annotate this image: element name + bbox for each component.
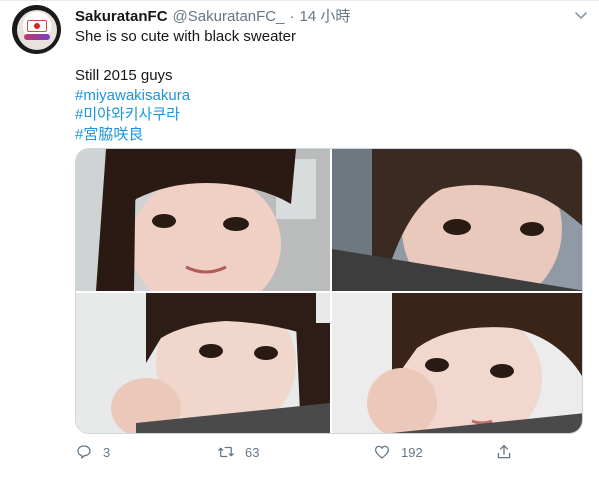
tweet-text-line: Still 2015 guys: [75, 67, 173, 84]
hashtag-link[interactable]: #miyawakisakura: [75, 86, 585, 106]
display-name[interactable]: SakuratanFC: [75, 8, 168, 25]
tweet-text: She is so cute with black sweater Still …: [75, 27, 585, 144]
separator-dot: ·: [289, 8, 295, 25]
logo-script: [23, 33, 50, 40]
tweet-card[interactable]: SakuratanFC @SakuratanFC_ · 14 小時 She is…: [0, 0, 599, 478]
share-icon: [497, 444, 511, 459]
reply-count: 3: [103, 444, 111, 460]
retweet-count: 63: [245, 444, 260, 460]
action-bar: 3 63 192: [75, 443, 525, 461]
reply-icon: [77, 445, 91, 459]
photo-3[interactable]: [76, 293, 330, 433]
photo-4[interactable]: [332, 293, 582, 433]
avatar[interactable]: [12, 5, 61, 54]
like-count: 192: [401, 444, 423, 460]
reply-button[interactable]: 3: [75, 443, 191, 461]
more-chevron-icon[interactable]: [573, 7, 589, 23]
timestamp[interactable]: 14 小時: [299, 5, 350, 26]
user-handle[interactable]: @SakuratanFC_: [173, 8, 285, 25]
hashtag-link[interactable]: #미야와키사쿠라: [75, 105, 585, 125]
photo-1[interactable]: [76, 149, 330, 291]
like-button[interactable]: 192: [373, 443, 495, 461]
share-button[interactable]: [495, 443, 525, 461]
retweet-icon: [218, 446, 234, 458]
hashtag-link[interactable]: #宮脇咲良: [75, 125, 585, 145]
media-grid: [75, 148, 583, 434]
like-icon: [374, 445, 390, 459]
retweet-button[interactable]: 63: [217, 443, 373, 461]
photo-2[interactable]: [332, 149, 582, 291]
tweet-header: SakuratanFC @SakuratanFC_ · 14 小時: [75, 5, 350, 26]
tweet-text-line: She is so cute with black sweater: [75, 28, 296, 45]
japan-flag-icon: [26, 19, 47, 32]
avatar-logo: [16, 9, 57, 50]
